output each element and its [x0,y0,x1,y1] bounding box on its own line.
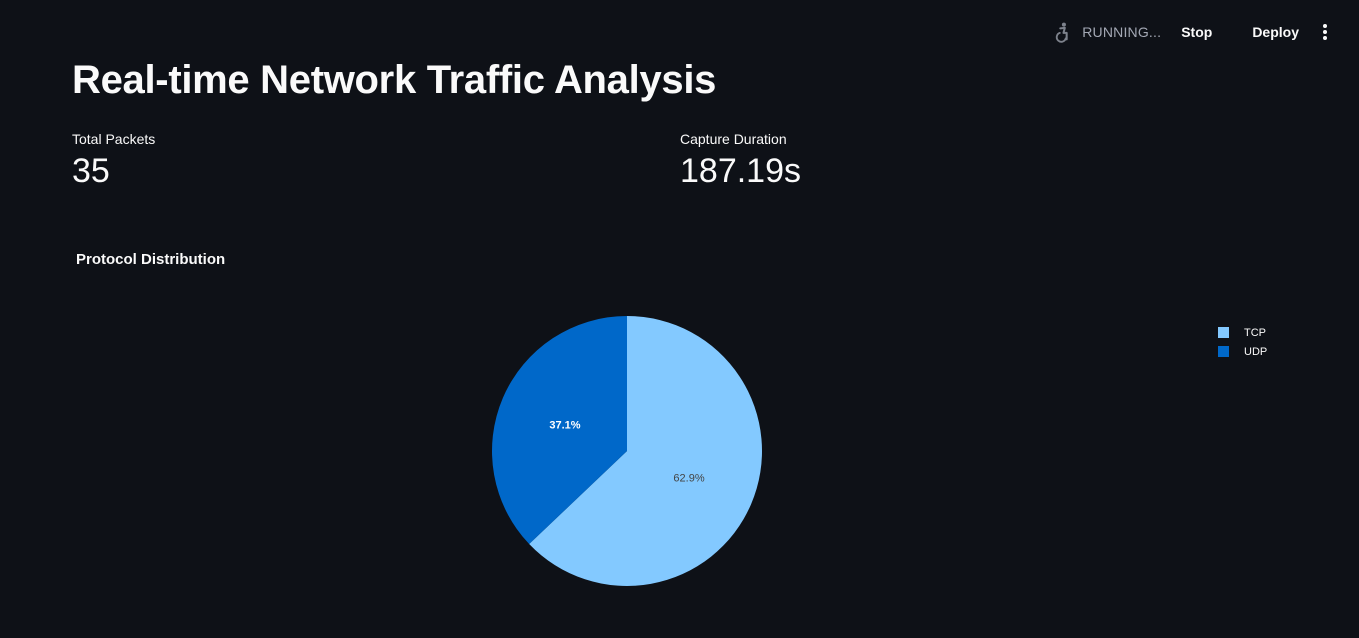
legend-label: UDP [1244,345,1268,358]
kebab-dot-3 [1323,36,1327,40]
metric-value: 35 [72,152,110,190]
chart-title: Protocol Distribution [76,251,226,268]
legend-swatch [1218,346,1229,357]
page-title: Real-time Network Traffic Analysis [72,58,717,102]
pie-label-udp: 37.1% [549,419,580,431]
deploy-button[interactable]: Deploy [1252,24,1299,40]
app-root: RUNNING... Stop Deploy Real-time Network… [0,0,1359,638]
metric-label: Total Packets [72,131,156,147]
running-status: RUNNING... [1052,21,1161,43]
legend-swatch [1218,327,1229,338]
scrollbar-track[interactable] [1351,0,1359,638]
kebab-dot-2 [1323,30,1327,34]
chart-legend[interactable]: TCP UDP [1218,323,1267,361]
metric-label: Capture Duration [680,131,787,147]
metric-capture-duration: Capture Duration 187.19s [680,131,801,190]
pie-chart[interactable]: 62.9% 37.1% [0,270,1250,638]
running-person-icon [1056,22,1068,43]
pie-label-tcp: 62.9% [673,473,704,485]
kebab-menu-icon[interactable] [1321,23,1329,41]
header-toolbar: RUNNING... Stop Deploy [1052,20,1329,44]
running-status-text: RUNNING... [1082,24,1162,40]
legend-label: TCP [1244,326,1266,339]
metric-value: 187.19s [680,152,801,190]
app-header: RUNNING... Stop Deploy [0,0,1359,62]
metric-total-packets: Total Packets 35 [72,131,155,190]
kebab-dot-1 [1323,24,1327,28]
stop-button[interactable]: Stop [1181,24,1212,40]
legend-item-udp[interactable]: UDP [1218,342,1267,361]
legend-item-tcp[interactable]: TCP [1218,323,1267,342]
